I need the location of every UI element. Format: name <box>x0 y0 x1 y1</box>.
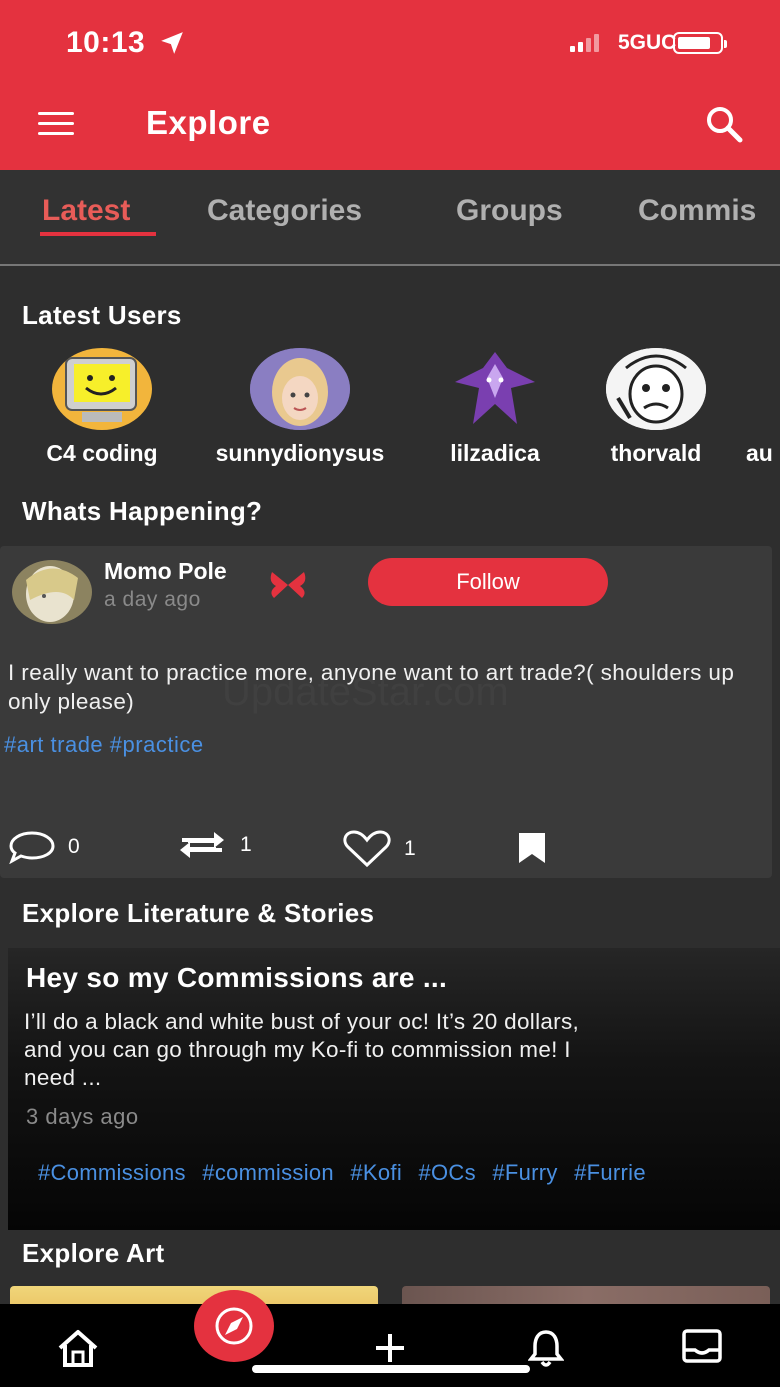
home-indicator <box>252 1365 530 1373</box>
comment-count: 0 <box>68 835 80 858</box>
story-excerpt: I’ll do a black and white bust of your o… <box>24 1009 580 1090</box>
art-title: Explore Art <box>22 1238 165 1268</box>
latest-users-title: Latest Users <box>22 300 182 330</box>
tag-link[interactable]: #Commissions <box>38 1160 186 1185</box>
repost-button[interactable]: 1 <box>176 830 252 860</box>
status-time: 10:13 <box>66 26 146 59</box>
home-icon[interactable] <box>56 1328 100 1368</box>
post-card: Momo Pole a day ago Follow UpdateStar.co… <box>0 546 772 878</box>
tag-link[interactable]: #Kofi <box>350 1160 402 1185</box>
user-name: C4 coding <box>46 440 158 466</box>
avatar <box>250 348 350 430</box>
heart-icon <box>343 830 391 868</box>
story-card[interactable]: Hey so my Commissions are ... I’ll do a … <box>8 948 780 1230</box>
butterfly-badge-icon <box>270 572 306 598</box>
story-tags: #Commissions #commission #Kofi #OCs #Fur… <box>38 1160 656 1186</box>
user-partial[interactable]: au <box>746 348 780 467</box>
post-time: a day ago <box>104 588 201 611</box>
search-icon[interactable] <box>704 104 744 144</box>
bookmark-icon[interactable] <box>516 832 548 864</box>
plus-icon[interactable] <box>372 1330 408 1366</box>
network-label: 5GUC <box>618 31 677 54</box>
page-title: Explore <box>146 104 271 141</box>
like-count: 1 <box>404 837 416 860</box>
avatar <box>606 348 706 430</box>
comment-button[interactable]: 0 <box>8 830 80 864</box>
inbox-icon[interactable] <box>682 1328 722 1364</box>
tag-link[interactable]: #practice <box>110 732 204 757</box>
tab-latest[interactable]: Latest <box>42 194 130 228</box>
avatar[interactable] <box>12 560 92 624</box>
user-sunnydionysus[interactable]: sunnydionysus <box>194 348 406 467</box>
post-author[interactable]: Momo Pole <box>104 558 227 585</box>
tag-link[interactable]: #Furry <box>492 1160 557 1185</box>
comment-icon <box>9 831 55 864</box>
tab-categories[interactable]: Categories <box>207 194 362 228</box>
user-name: au <box>746 440 773 466</box>
app-header: 10:13 5GUC Explore <box>0 0 780 170</box>
user-name: lilzadica <box>450 440 540 466</box>
signal-strength-icon <box>570 34 599 52</box>
user-name: thorvald <box>610 440 702 466</box>
post-tags: #art trade #practice <box>4 732 204 758</box>
bell-icon[interactable] <box>528 1328 564 1368</box>
tag-link[interactable]: #art trade <box>4 732 103 757</box>
bottom-navigation <box>0 1304 780 1387</box>
active-tab-indicator <box>40 232 156 236</box>
user-name: sunnydionysus <box>215 440 385 466</box>
repost-count: 1 <box>240 833 252 856</box>
location-arrow-icon <box>161 32 183 54</box>
like-button[interactable]: 1 <box>342 830 416 868</box>
follow-button[interactable]: Follow <box>368 558 608 606</box>
repost-icon <box>180 832 224 858</box>
tab-commissions[interactable]: Commis <box>638 194 756 228</box>
post-text: I really want to practice more, anyone w… <box>8 660 735 714</box>
story-time: 3 days ago <box>26 1104 139 1129</box>
literature-title: Explore Literature & Stories <box>22 898 375 928</box>
user-thorvald[interactable]: thorvald <box>596 348 716 467</box>
hamburger-menu-icon[interactable] <box>36 110 76 138</box>
whats-happening-title: Whats Happening? <box>22 496 263 526</box>
tab-groups[interactable]: Groups <box>456 194 563 228</box>
battery-icon <box>673 32 727 54</box>
avatar <box>445 348 545 430</box>
user-c4-coding[interactable]: C4 coding <box>30 348 174 467</box>
avatar <box>52 348 152 430</box>
user-lilzadica[interactable]: lilzadica <box>436 348 554 467</box>
tag-link[interactable]: #commission <box>202 1160 334 1185</box>
compass-icon[interactable] <box>194 1290 274 1362</box>
story-title: Hey so my Commissions are ... <box>26 962 448 993</box>
explore-tabs: Latest Categories Groups Commis <box>0 170 780 266</box>
tag-link[interactable]: #OCs <box>418 1160 475 1185</box>
tag-link[interactable]: #Furrie <box>574 1160 646 1185</box>
